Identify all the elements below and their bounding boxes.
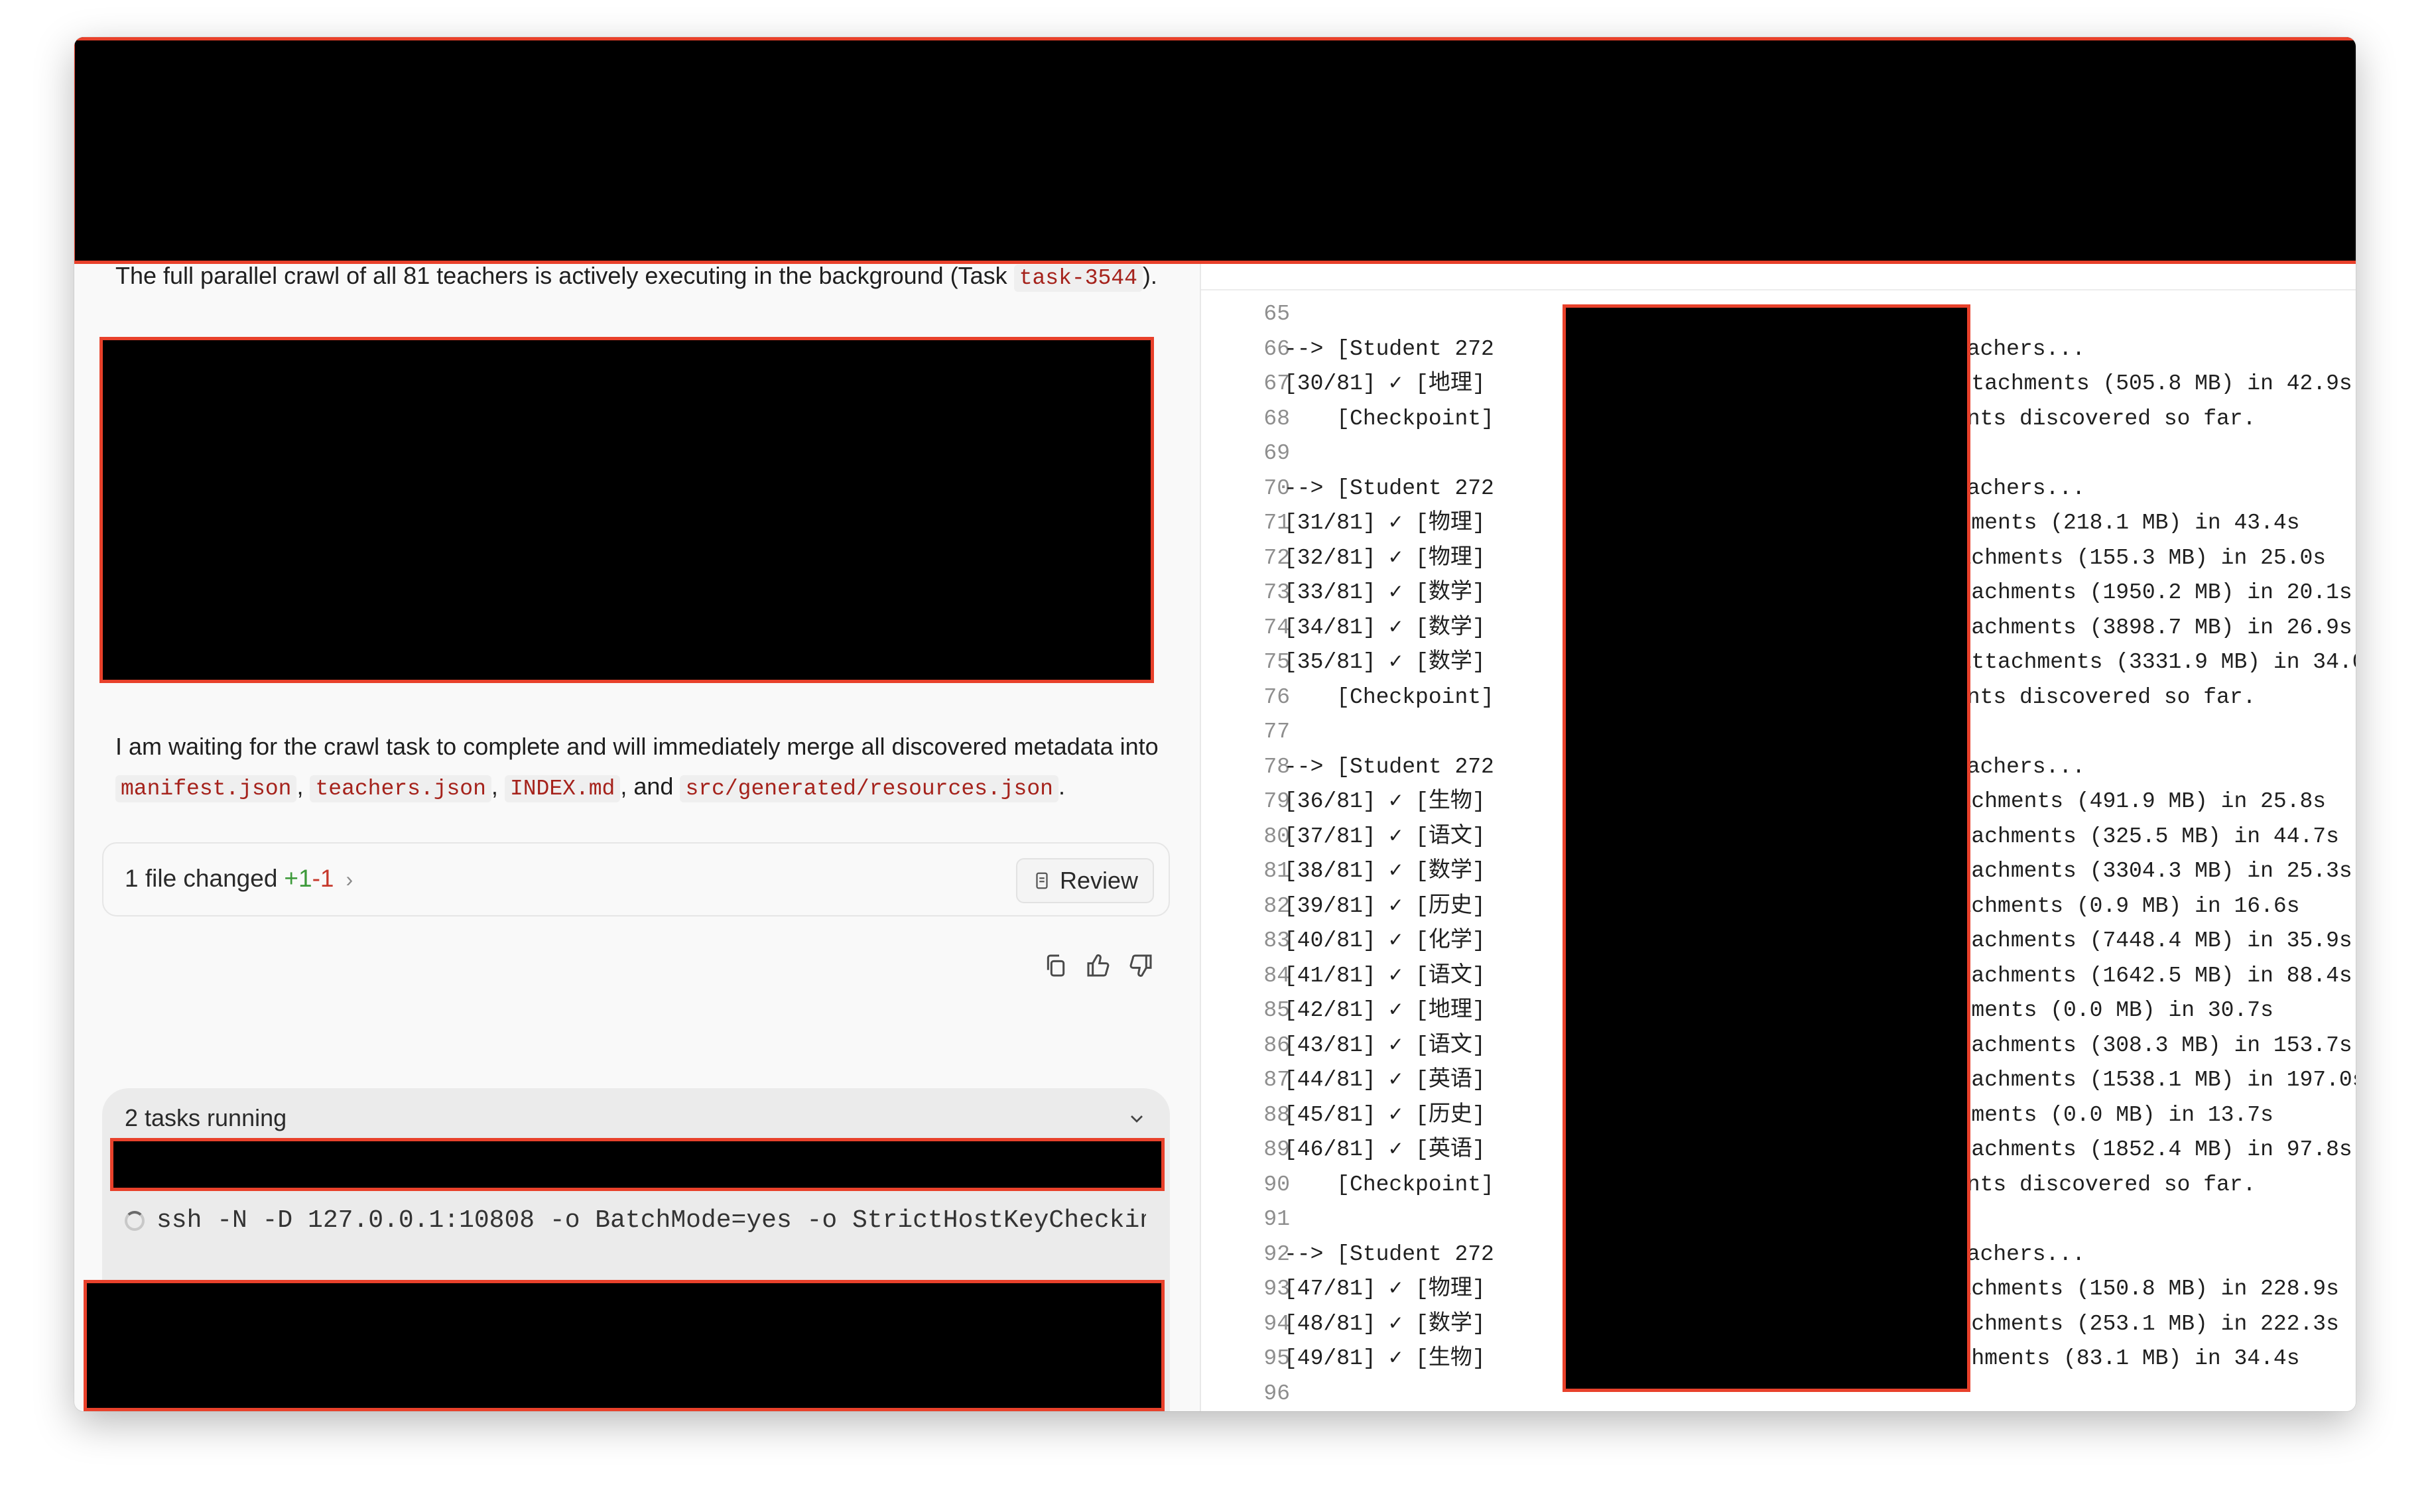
review-button[interactable]: Review xyxy=(1015,858,1154,903)
file-index-code: INDEX.md xyxy=(504,775,621,802)
redacted-region xyxy=(110,1138,1165,1191)
file-changes-card[interactable]: 1 file changed +1-1 › Review xyxy=(102,842,1170,916)
line-number: 77 xyxy=(1263,720,1290,744)
lines-added: +1 xyxy=(284,865,312,892)
waiting-text: I am waiting for the crawl task to compl… xyxy=(115,733,1159,760)
document-icon xyxy=(1036,872,1048,889)
line-number: 89 xyxy=(1263,1137,1290,1162)
line-number: 96 xyxy=(1263,1381,1290,1406)
line-number: 73 xyxy=(1263,580,1290,605)
copy-icon[interactable] xyxy=(1043,952,1069,979)
task-item-ssh[interactable]: ssh -N -D 127.0.0.1:10808 -o BatchMode=y… xyxy=(125,1206,1146,1235)
redacted-region xyxy=(74,37,2356,264)
line-number: 91 xyxy=(1263,1207,1290,1231)
line-number: 82 xyxy=(1263,893,1290,918)
line-number: 88 xyxy=(1263,1102,1290,1127)
file-changes-summary[interactable]: 1 file changed +1-1 › xyxy=(125,865,353,893)
line-number: 85 xyxy=(1263,998,1290,1023)
line-number: 79 xyxy=(1263,789,1290,814)
line-number: 86 xyxy=(1263,1033,1290,1058)
waiting-message: I am waiting for the crawl task to compl… xyxy=(115,727,1177,809)
line-number: 74 xyxy=(1263,615,1290,640)
task-command: ssh -N -D 127.0.0.1:10808 -o BatchMode=y… xyxy=(157,1206,1146,1235)
line-number: 67 xyxy=(1263,371,1290,396)
separator: , xyxy=(491,773,505,800)
line-number: 66 xyxy=(1263,336,1290,361)
review-label: Review xyxy=(1059,867,1138,894)
line-number: 94 xyxy=(1263,1311,1290,1336)
line-number: 76 xyxy=(1263,684,1290,710)
tasks-running-header[interactable]: 2 tasks running xyxy=(125,1104,287,1132)
line-number: 71 xyxy=(1263,511,1290,535)
line-number: 68 xyxy=(1263,406,1290,431)
status-text-end: ). xyxy=(1142,262,1157,289)
line-number: 93 xyxy=(1263,1277,1290,1301)
app-window: The full parallel crawl of all 81 teache… xyxy=(74,37,2356,1411)
file-manifest-code: manifest.json xyxy=(115,775,297,802)
status-text: The full parallel crawl of all 81 teache… xyxy=(115,262,1014,289)
chevron-right-icon: › xyxy=(346,867,353,891)
line-number: 65 xyxy=(1263,302,1290,326)
line-number: 70 xyxy=(1263,475,1290,501)
thumbs-down-icon[interactable] xyxy=(1127,952,1154,979)
line-number: 75 xyxy=(1263,650,1290,674)
redacted-region xyxy=(99,337,1154,683)
redacted-region xyxy=(1563,304,1970,1392)
line-number: 72 xyxy=(1263,545,1290,570)
task-id-code: task-3544 xyxy=(1013,265,1143,292)
separator: , and xyxy=(620,773,680,800)
line-number: 92 xyxy=(1263,1241,1290,1267)
period: . xyxy=(1058,773,1065,800)
line-number: 84 xyxy=(1263,963,1290,988)
thumbs-up-icon[interactable] xyxy=(1085,952,1112,979)
line-number: 80 xyxy=(1263,824,1290,849)
chevron-down-icon[interactable] xyxy=(1126,1108,1147,1129)
file-teachers-code: teachers.json xyxy=(310,775,491,802)
separator: , xyxy=(296,773,310,800)
line-number: 87 xyxy=(1263,1068,1290,1092)
changes-label: 1 file changed xyxy=(125,865,278,892)
spinner-icon xyxy=(125,1210,145,1231)
message-actions xyxy=(1043,952,1154,979)
line-number: 90 xyxy=(1263,1172,1290,1197)
lines-removed: -1 xyxy=(312,865,334,892)
line-number: 95 xyxy=(1263,1346,1290,1371)
file-resources-code: src/generated/resources.json xyxy=(680,775,1058,802)
line-number: 78 xyxy=(1263,754,1290,779)
line-number: 69 xyxy=(1263,441,1290,466)
line-number: 83 xyxy=(1263,928,1290,953)
line-number: 81 xyxy=(1263,859,1290,883)
redacted-region xyxy=(84,1280,1165,1411)
